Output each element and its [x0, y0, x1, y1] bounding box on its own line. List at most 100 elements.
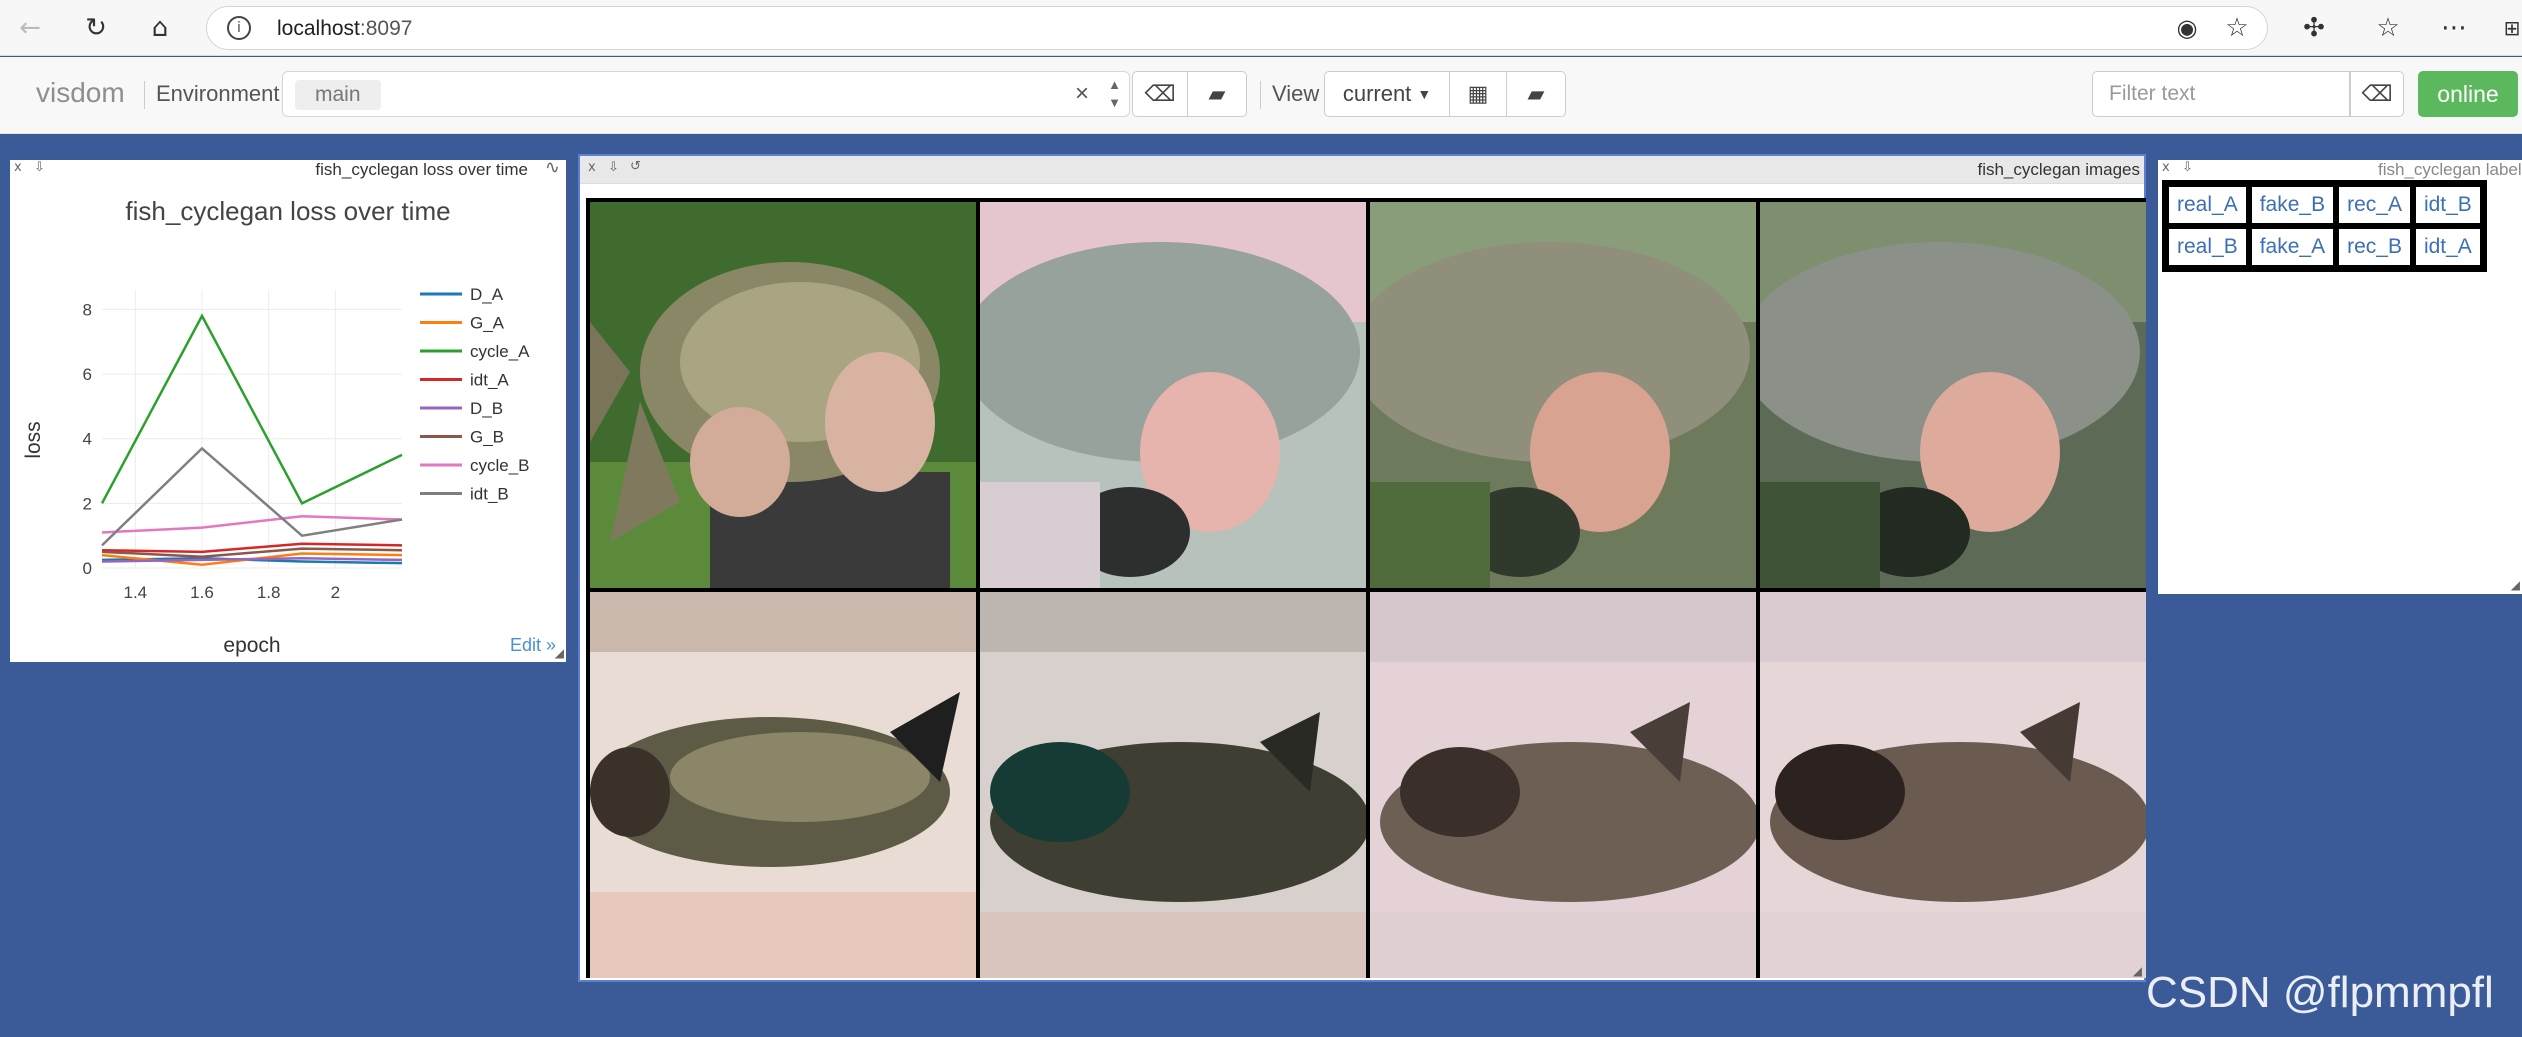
resize-handle-icon[interactable]: ◢	[2511, 578, 2520, 592]
plot-mode-icon[interactable]: ∿	[545, 157, 560, 178]
legend-label[interactable]: cycle_A	[470, 342, 530, 361]
y-tick-label: 6	[83, 365, 92, 384]
online-status-button[interactable]: online	[2418, 71, 2518, 117]
label-cell: rec_B	[2336, 226, 2413, 268]
updown-arrows-icon[interactable]: ▲ ▼	[1108, 76, 1121, 112]
eraser-button[interactable]: ⌫	[1132, 71, 1188, 117]
label-cell: idt_B	[2412, 184, 2483, 226]
rec-a-image	[1350, 202, 1756, 588]
resize-handle-icon[interactable]: ◢	[2133, 964, 2142, 978]
grid-icon: ▦	[1467, 81, 1489, 107]
environment-tag[interactable]: main	[295, 80, 381, 110]
legend-label[interactable]: G_A	[470, 314, 505, 333]
close-icon[interactable]: x	[2162, 160, 2170, 175]
folder-icon: ▰	[1208, 81, 1226, 107]
x-tick-label: 1.6	[190, 583, 214, 602]
pane-title: fish_cyclegan loss over time	[315, 160, 528, 179]
idt-b-image	[1740, 202, 2146, 588]
legend-label[interactable]: cycle_B	[470, 456, 530, 475]
legend-label[interactable]: D_B	[470, 399, 503, 418]
close-icon[interactable]: x	[588, 160, 596, 175]
view-dropdown-value: current	[1342, 81, 1412, 106]
eraser-icon: ⌫	[1144, 81, 1176, 107]
back-icon[interactable]: ←	[12, 10, 48, 46]
label-cell: fake_A	[2248, 226, 2337, 268]
divider	[1260, 81, 1261, 109]
label-cell: real_B	[2166, 226, 2249, 268]
table-row: real_B fake_A rec_B idt_A	[2166, 226, 2483, 268]
labels-pane[interactable]: x ⇩ fish_cyclegan labels real_A fake_B r…	[2158, 160, 2522, 594]
pane-title: fish_cyclegan images	[1977, 160, 2140, 179]
x-tick-label: 2	[331, 583, 340, 602]
more-icon[interactable]: ⋯	[2436, 10, 2472, 46]
reload-icon[interactable]: ↻	[78, 10, 114, 46]
browser-toolbar: ← ↻ ⌂ i localhost:8097 ◉ ☆ ✣ ☆ ⋯ ⊞	[0, 0, 2522, 56]
series-line-cycle-b	[101, 515, 403, 534]
pane-title: fish_cyclegan labels	[2378, 160, 2522, 179]
legend-label[interactable]: D_A	[470, 285, 504, 304]
close-icon[interactable]: x	[14, 160, 22, 175]
y-tick-label: 8	[83, 300, 92, 319]
legend-label[interactable]: idt_A	[470, 371, 509, 390]
table-row: real_A fake_B rec_A idt_B	[2166, 184, 2483, 226]
home-icon[interactable]: ⌂	[142, 10, 178, 46]
tracking-icon[interactable]: ◉	[2169, 10, 2205, 46]
brand-logo[interactable]: visdom	[36, 77, 125, 109]
reset-icon[interactable]: ↺	[630, 159, 641, 174]
pane-header: x ⇩ ↺ fish_cyclegan images	[580, 156, 2144, 184]
legend-label[interactable]: G_B	[470, 428, 504, 447]
download-icon[interactable]: ⇩	[2182, 160, 2193, 175]
view-dropdown[interactable]: current ▼	[1324, 71, 1450, 117]
view-label: View	[1272, 81, 1320, 106]
y-tick-label: 2	[83, 494, 92, 513]
extensions-icon[interactable]: ✣	[2296, 10, 2332, 46]
environment-select[interactable]: main × ▲ ▼	[282, 71, 1130, 117]
url-text: localhost:8097	[277, 17, 413, 40]
favorite-star-icon[interactable]: ☆	[2219, 10, 2255, 46]
filter-clear-button[interactable]: ⌫	[2350, 71, 2404, 117]
loss-chart: fish_cyclegan loss over time 0 2 4 6 8 1.4 1.6…	[22, 196, 530, 657]
series-line-cycle-a	[100, 313, 403, 505]
edit-link[interactable]: Edit »	[510, 635, 556, 656]
watermark-text: CSDN @flpmmpfl	[2146, 968, 2494, 1017]
loss-plot-pane[interactable]: x ⇩ fish_cyclegan loss over time ∿ fish_…	[10, 157, 566, 662]
x-axis-label: epoch	[223, 634, 280, 657]
download-icon[interactable]: ⇩	[608, 160, 619, 175]
visdom-navbar: visdom Environment main × ▲ ▼ ⌫ ▰ View cu…	[0, 57, 2522, 134]
resize-handle-icon[interactable]: ◢	[555, 646, 564, 660]
eraser-icon: ⌫	[2361, 81, 2393, 107]
caret-down-icon: ▼	[1417, 86, 1432, 102]
label-cell: real_A	[2166, 184, 2249, 226]
images-pane[interactable]: x ⇩ ↺ fish_cyclegan images ◢	[578, 154, 2150, 982]
x-tick-label: 1.8	[257, 583, 281, 602]
divider	[144, 81, 145, 109]
real-a-image	[590, 202, 976, 588]
label-cell: rec_A	[2336, 184, 2413, 226]
clear-environment-icon[interactable]: ×	[1075, 80, 1089, 108]
folder-icon: ▰	[1527, 81, 1545, 107]
view-folder-button[interactable]: ▰	[1506, 71, 1566, 117]
label-cell: idt_A	[2412, 226, 2483, 268]
filter-input[interactable]	[2092, 71, 2350, 117]
real-b-image	[590, 592, 976, 978]
y-tick-label: 4	[83, 430, 92, 449]
legend-label[interactable]: idt_B	[470, 485, 509, 504]
fake-b-image	[960, 202, 1366, 588]
fake-a-image	[980, 592, 1370, 978]
y-axis-label: loss	[22, 421, 45, 458]
favorites-icon[interactable]: ☆	[2370, 10, 2406, 46]
folder-button[interactable]: ▰	[1187, 71, 1247, 117]
x-tick-label: 1.4	[124, 583, 148, 602]
address-bar[interactable]: i localhost:8097 ◉ ☆	[206, 6, 2268, 50]
grid-view-button[interactable]: ▦	[1449, 71, 1507, 117]
y-tick-label: 0	[83, 559, 92, 578]
site-info-icon[interactable]: i	[227, 16, 251, 40]
pane-header: x ⇩ fish_cyclegan labels	[2158, 160, 2522, 179]
labels-table: real_A fake_B rec_A idt_B real_B fake_A …	[2162, 180, 2487, 272]
download-icon[interactable]: ⇩	[34, 160, 45, 175]
sidebar-icon[interactable]: ⊞	[2494, 10, 2522, 46]
environment-label: Environment	[156, 81, 280, 106]
chart-title: fish_cyclegan loss over time	[125, 196, 450, 226]
idt-a-image	[1760, 592, 2150, 978]
image-grid	[586, 198, 2150, 978]
